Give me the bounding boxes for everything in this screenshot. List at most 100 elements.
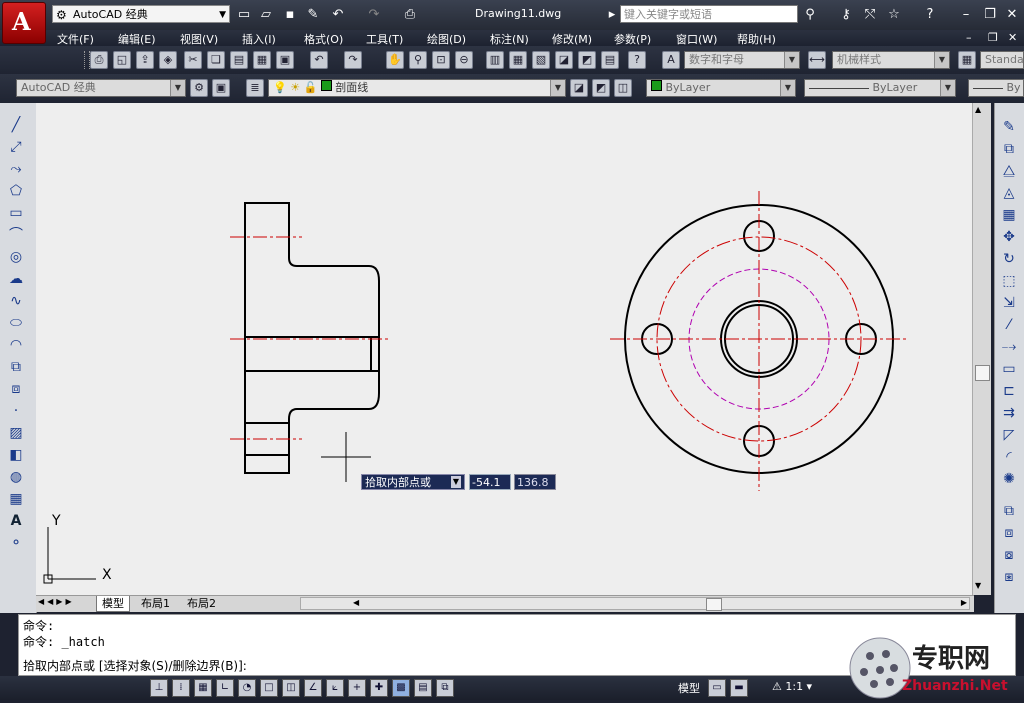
- search-input[interactable]: 键入关键字或短语: [620, 5, 798, 23]
- quick-view-layouts-icon[interactable]: ▭: [708, 679, 726, 697]
- close-icon[interactable]: ✕: [1004, 7, 1020, 23]
- menu-draw[interactable]: 绘图(D): [427, 31, 466, 47]
- save-as-icon[interactable]: ✎: [305, 7, 321, 23]
- 3d-object-snap-icon[interactable]: ◫: [282, 679, 300, 697]
- polygon-icon[interactable]: ⬠: [6, 181, 26, 201]
- selection-cycling-icon[interactable]: ⧉: [436, 679, 454, 697]
- menu-help[interactable]: 帮助(H): [737, 31, 776, 47]
- scroll-down-icon[interactable]: ▼: [975, 581, 981, 590]
- publish-button[interactable]: ⇪: [136, 51, 154, 69]
- horizontal-scrollbar[interactable]: ◀ ▶: [300, 597, 970, 611]
- workspace-combo[interactable]: ⚙ AutoCAD 经典 ▼: [52, 5, 230, 23]
- chamfer-icon[interactable]: ◸: [999, 425, 1019, 445]
- region-icon[interactable]: ◍: [6, 467, 26, 487]
- break-at-point-icon[interactable]: ▭: [999, 359, 1019, 379]
- copy-button[interactable]: ❏: [207, 51, 225, 69]
- menu-modify[interactable]: 修改(M): [552, 31, 592, 47]
- pan-hand-icon[interactable]: ✋: [386, 51, 404, 69]
- minimize-icon[interactable]: –: [958, 7, 974, 23]
- insert-block-icon[interactable]: ⧉: [6, 357, 26, 377]
- design-center-button[interactable]: ▦: [509, 51, 527, 69]
- quick-view-drawings-icon[interactable]: ▬: [730, 679, 748, 697]
- point-icon[interactable]: ·: [6, 401, 26, 421]
- table-style-combo[interactable]: Standa: [980, 51, 1024, 69]
- ellipse-icon[interactable]: ⬭: [6, 313, 26, 333]
- layer-states-icon[interactable]: ◫: [614, 79, 632, 97]
- scale-icon[interactable]: ⬚: [999, 271, 1019, 291]
- menu-insert[interactable]: 插入(I): [242, 31, 276, 47]
- line-icon[interactable]: ╱: [6, 115, 26, 135]
- tab-model[interactable]: 模型: [96, 596, 130, 612]
- ellipse-arc-icon[interactable]: ◠: [6, 335, 26, 355]
- save-icon[interactable]: ▪: [282, 7, 298, 23]
- tab-nav-arrows-icon[interactable]: ◀◀▶▶: [38, 597, 75, 606]
- exchange-icon[interactable]: ⤲: [862, 7, 878, 23]
- restore-icon[interactable]: ❐: [982, 7, 998, 23]
- markup-button[interactable]: ◩: [578, 51, 596, 69]
- trim-icon[interactable]: ⁄: [999, 315, 1019, 335]
- redo-icon[interactable]: ↷: [366, 7, 382, 23]
- menu-parameter[interactable]: 参数(P): [614, 31, 651, 47]
- dynamic-y-input[interactable]: 136.8: [514, 474, 556, 490]
- grid-display-icon[interactable]: ▦: [194, 679, 212, 697]
- help-icon[interactable]: ?: [922, 7, 938, 23]
- layer-combo[interactable]: 💡 ☀ 🔓 剖面线 ▼: [268, 79, 566, 97]
- zoom-previous-icon[interactable]: ⊖: [455, 51, 473, 69]
- application-menu-button[interactable]: A: [2, 2, 46, 44]
- print-button[interactable]: ⎙: [90, 51, 108, 69]
- send-back-icon[interactable]: ⧇: [999, 545, 1019, 565]
- allow-ucs-icon[interactable]: ⟀: [326, 679, 344, 697]
- sheet-set-button[interactable]: ◪: [555, 51, 573, 69]
- model-status-label[interactable]: 模型: [678, 680, 700, 696]
- object-snap-icon[interactable]: □: [260, 679, 278, 697]
- tab-layout1[interactable]: 布局1: [136, 596, 175, 611]
- dim-style-combo[interactable]: 机械样式 ▼: [832, 51, 950, 69]
- cut-button[interactable]: ✂: [184, 51, 202, 69]
- multiline-text-icon[interactable]: A: [6, 511, 26, 531]
- workspace-toolbar-combo[interactable]: AutoCAD 经典 ▼: [16, 79, 186, 97]
- arc-icon[interactable]: ⌒: [6, 225, 26, 245]
- revcloud-icon[interactable]: ☁: [6, 269, 26, 289]
- redo-button[interactable]: ↷: [344, 51, 362, 69]
- polyline-icon[interactable]: ⤳: [6, 159, 26, 179]
- menu-view[interactable]: 视图(V): [180, 31, 218, 47]
- tab-layout2[interactable]: 布局2: [182, 596, 221, 611]
- bring-above-icon[interactable]: ⧆: [999, 567, 1019, 587]
- gradient-icon[interactable]: ◧: [6, 445, 26, 465]
- break-icon[interactable]: ⊏: [999, 381, 1019, 401]
- zoom-realtime-icon[interactable]: ⚲: [409, 51, 427, 69]
- table-style-icon[interactable]: ▦: [958, 51, 976, 69]
- erase-icon[interactable]: ✎: [999, 117, 1019, 137]
- clean-screen-icon[interactable]: ▣: [212, 79, 230, 97]
- hscroll-thumb[interactable]: [706, 598, 722, 611]
- lineweight-combo[interactable]: By: [968, 79, 1024, 97]
- print-icon[interactable]: ⎙: [402, 7, 418, 23]
- add-selected-icon[interactable]: ⚬: [6, 533, 26, 553]
- mirror-icon[interactable]: ⧋: [999, 161, 1019, 181]
- tool-palettes-button[interactable]: ▧: [532, 51, 550, 69]
- undo-button[interactable]: ↶: [310, 51, 328, 69]
- bring-front-icon[interactable]: ⧈: [999, 523, 1019, 543]
- extend-icon[interactable]: ⤍: [999, 337, 1019, 357]
- menu-dimension[interactable]: 标注(N): [490, 31, 529, 47]
- dynamic-input-icon[interactable]: +: [348, 679, 366, 697]
- dynamic-x-input[interactable]: -54.1: [469, 474, 511, 490]
- help-button[interactable]: ?: [628, 51, 646, 69]
- scroll-thumb[interactable]: [975, 365, 990, 381]
- explode-icon[interactable]: ✺: [999, 469, 1019, 489]
- menu-edit[interactable]: 编辑(E): [118, 31, 156, 47]
- scroll-up-icon[interactable]: ▲: [975, 105, 981, 114]
- ortho-mode-icon[interactable]: ∟: [216, 679, 234, 697]
- calculator-button[interactable]: ▤: [601, 51, 619, 69]
- block-editor-button[interactable]: ▣: [276, 51, 294, 69]
- text-style-combo[interactable]: 数字和字母 ▼: [684, 51, 800, 69]
- layer-previous-icon[interactable]: ◩: [592, 79, 610, 97]
- object-snap-tracking-icon[interactable]: ∠: [304, 679, 322, 697]
- doc-restore-icon[interactable]: ❐: [988, 31, 998, 44]
- join-icon[interactable]: ⇉: [999, 403, 1019, 423]
- doc-minimize-icon[interactable]: –: [966, 31, 972, 44]
- properties-button[interactable]: ▥: [486, 51, 504, 69]
- paste-button[interactable]: ▤: [230, 51, 248, 69]
- key-icon[interactable]: ⚷: [838, 7, 854, 23]
- binoculars-icon[interactable]: ⚲: [802, 7, 818, 23]
